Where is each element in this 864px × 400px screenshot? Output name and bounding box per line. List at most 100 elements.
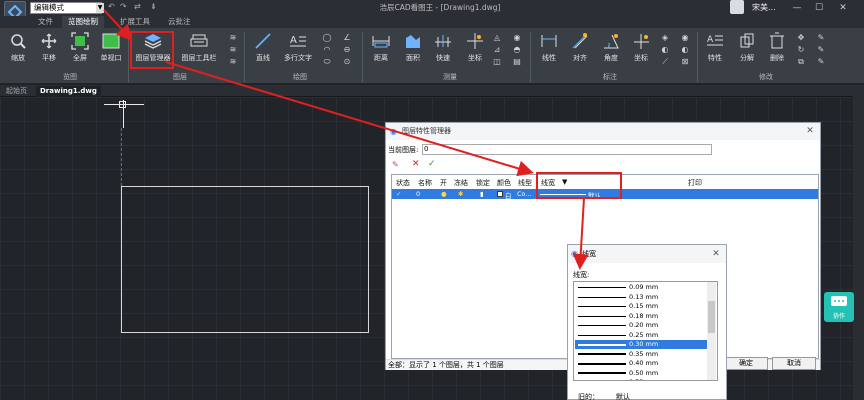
annot-small-icon[interactable]: ⊠ xyxy=(680,57,690,66)
mode-select[interactable]: 编辑模式 xyxy=(30,2,102,14)
zoom-button[interactable]: 缩放 xyxy=(3,32,33,66)
lineweight-option[interactable]: 0.13 mm xyxy=(575,293,708,302)
lineweight-option[interactable]: 0.25 mm xyxy=(575,331,708,340)
tab-cloud-annot[interactable]: 云批注 xyxy=(162,16,197,28)
measure-small-icon[interactable]: ⊿ xyxy=(492,45,502,54)
ellipse-icon[interactable]: ⬭ xyxy=(322,57,332,66)
circle-icon[interactable]: ◯ xyxy=(322,33,332,42)
col-color[interactable]: 颜色 xyxy=(497,178,511,188)
set-current-icon[interactable]: ✓ xyxy=(428,159,436,169)
explode-button[interactable]: 分解 xyxy=(732,32,762,66)
quick-measure-button[interactable]: 快速 xyxy=(428,32,458,66)
undo-icon[interactable]: ↶ xyxy=(108,2,115,11)
pan-button[interactable]: 平移 xyxy=(34,32,64,66)
copy-small-icon[interactable]: ⧉ xyxy=(796,57,806,66)
layer-small-icon[interactable]: ≋ xyxy=(228,57,238,66)
measure-small-icon[interactable]: ◓ xyxy=(512,45,522,54)
more-icon[interactable]: ⇟ xyxy=(150,2,157,11)
tab-view-draw[interactable]: 览图绘制 xyxy=(62,16,104,28)
scrollbar-thumb[interactable] xyxy=(708,301,715,333)
user-name[interactable]: 宋美... xyxy=(752,2,776,13)
angle-dim-button[interactable]: 角度 xyxy=(596,32,626,66)
close-icon[interactable]: ✕ xyxy=(804,125,816,137)
ok-button[interactable]: 确定 xyxy=(724,357,768,370)
distance-button[interactable]: 距离 xyxy=(366,32,396,66)
lineweight-option[interactable]: 0.20 mm xyxy=(575,321,708,330)
lineweight-option[interactable]: 0.30 mm xyxy=(575,340,708,349)
new-layer-icon[interactable]: ✎ xyxy=(392,160,399,169)
col-lock[interactable]: 锁定 xyxy=(476,178,490,188)
col-name[interactable]: 名称 xyxy=(418,178,432,188)
lineweight-option[interactable]: 0.50 mm xyxy=(575,369,708,378)
coord-dim-button[interactable]: 坐标 xyxy=(626,32,656,66)
lineweight-option[interactable]: 0.40 mm xyxy=(575,359,708,368)
delete-layer-icon[interactable]: ✕ xyxy=(412,159,420,169)
tab-file[interactable]: 文件 xyxy=(32,16,59,28)
tab-drawing1[interactable]: Drawing1.dwg xyxy=(36,86,101,97)
col-print[interactable]: 打印 xyxy=(688,178,702,188)
minimize-button[interactable]: — xyxy=(788,1,806,15)
fullscreen-button[interactable]: 全屏 xyxy=(65,32,95,66)
col-freeze[interactable]: 冻结 xyxy=(454,178,468,188)
collab-button[interactable]: 协作 xyxy=(824,292,854,322)
coord-button[interactable]: 坐标 xyxy=(460,32,490,66)
lineweight-option[interactable]: 0.09 mm xyxy=(575,283,708,292)
lineweight-option[interactable]: 0.18 mm xyxy=(575,312,708,321)
edit-small-icon[interactable]: ✎ xyxy=(816,45,826,54)
measure-small-icon[interactable]: ◫ xyxy=(492,57,502,66)
annot-small-icon[interactable]: ◉ xyxy=(680,33,690,42)
rotate-small-icon[interactable]: ↻ xyxy=(796,45,806,54)
angle-small-icon[interactable]: ∠ xyxy=(342,33,352,42)
col-status[interactable]: 状态 xyxy=(396,178,410,188)
maximize-button[interactable]: ☐ xyxy=(810,1,828,15)
bulb-icon[interactable]: ● xyxy=(441,190,447,198)
lineweight-option[interactable]: 0.15 mm xyxy=(575,302,708,311)
mtext-button[interactable]: A 多行文字 xyxy=(280,32,316,66)
measure-small-icon[interactable]: ▤ xyxy=(512,57,522,66)
layer-small-icon[interactable]: ≋ xyxy=(228,45,238,54)
arc-icon[interactable]: ◠ xyxy=(322,45,332,54)
lineweight-list[interactable]: 0.09 mm 0.13 mm 0.15 mm 0.18 mm 0.20 mm 0.25 … xyxy=(573,281,718,381)
properties-button[interactable]: A 特性 xyxy=(700,32,730,66)
close-button[interactable]: ✕ xyxy=(834,1,852,15)
tab-extend[interactable]: 扩展工具 xyxy=(114,16,156,28)
chevron-down-icon[interactable]: ▼ xyxy=(96,3,104,13)
close-icon[interactable]: ✕ xyxy=(710,248,722,260)
dims-small-icon[interactable]: ⊖ xyxy=(342,45,352,54)
lock-icon[interactable]: ▮ xyxy=(480,190,484,198)
line-button[interactable]: 直线 xyxy=(248,32,278,66)
drawn-rectangle[interactable] xyxy=(121,186,369,333)
avatar[interactable] xyxy=(730,0,744,14)
delete-button[interactable]: 删除 xyxy=(762,32,792,66)
linetype-cell[interactable]: Co... xyxy=(517,190,532,198)
tab-start-page[interactable]: 起始页 xyxy=(2,86,31,97)
cloud-small-icon[interactable]: ⊙ xyxy=(342,57,352,66)
annot-small-icon[interactable]: ◈ xyxy=(660,33,670,42)
redo-icon[interactable]: ↷ xyxy=(120,2,127,11)
edit-small-icon[interactable]: ✎ xyxy=(816,57,826,66)
lineweight-option[interactable]: 0.53 mm xyxy=(575,378,708,380)
col-linetype[interactable]: 线型 xyxy=(518,178,532,188)
layer-small-icon[interactable]: ≋ xyxy=(228,33,238,42)
layer-toolbar-button[interactable]: 图层工具栏 xyxy=(180,32,218,66)
area-button[interactable]: 面积 xyxy=(398,32,428,66)
measure-small-icon[interactable]: ◉ xyxy=(512,33,522,42)
lineweight-sample xyxy=(578,362,626,365)
annot-small-icon[interactable]: ⟋ xyxy=(660,57,670,66)
viewport-button[interactable]: 单视口 xyxy=(96,32,126,66)
annot-small-icon[interactable]: ◐ xyxy=(660,45,670,54)
layer-name-cell[interactable]: 0 xyxy=(416,190,420,198)
annot-small-icon[interactable]: ◐ xyxy=(680,45,690,54)
cancel-button[interactable]: 取消 xyxy=(772,357,816,370)
color-cell[interactable]: 白 xyxy=(505,190,512,200)
sun-icon[interactable]: ✱ xyxy=(458,190,463,198)
color-swatch[interactable] xyxy=(497,191,503,197)
col-on[interactable]: 开 xyxy=(440,178,447,188)
edit-small-icon[interactable]: ✎ xyxy=(816,33,826,42)
linear-dim-button[interactable]: 线性 xyxy=(534,32,564,66)
swap-icon[interactable]: ⇄ xyxy=(134,2,141,11)
lineweight-option[interactable]: 0.35 mm xyxy=(575,350,708,359)
align-dim-button[interactable]: 对齐 xyxy=(565,32,595,66)
measure-small-icon[interactable]: ◬ xyxy=(492,33,502,42)
move-small-icon[interactable]: ✥ xyxy=(796,33,806,42)
